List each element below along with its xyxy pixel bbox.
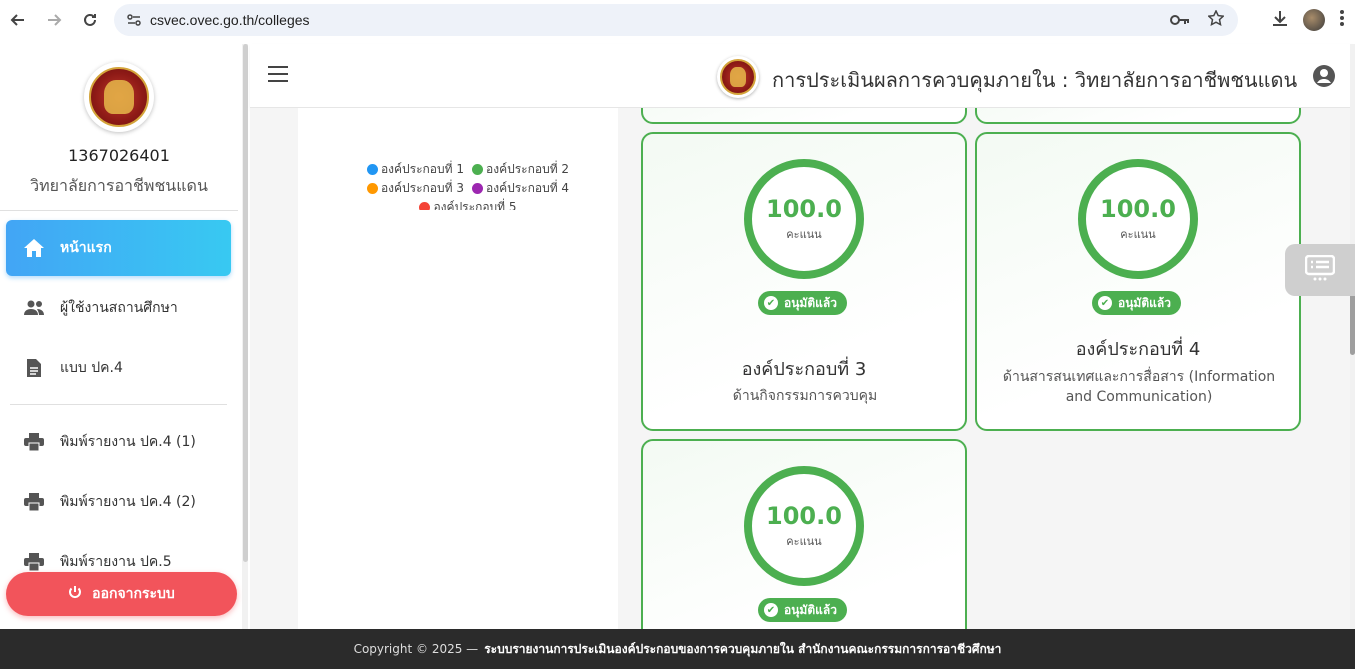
back-icon[interactable] [0,2,36,38]
legend-dot [419,202,431,210]
sidebar-item-print-pk4-2[interactable]: พิมพ์รายงาน ปค.4 (2) [6,474,231,530]
app-header: การประเมินผลการควบคุมภายใน : วิทยาลัยการ… [250,44,1355,108]
chart-panel: องค์ประกอบที่ 1 องค์ประกอบที่ 2 องค์ประก… [298,108,618,629]
sidebar-item-label: ผู้ใช้งานสถานศึกษา [60,300,178,316]
reload-icon[interactable] [72,2,108,38]
sidebar-item-label: พิมพ์รายงาน ปค.4 (2) [60,494,196,510]
power-icon [68,585,82,603]
footer: Copyright © 2025 — ระบบรายงานการประเมินอ… [0,629,1355,669]
component-card-partial[interactable] [975,108,1301,124]
component-card-partial[interactable] [641,108,967,124]
score-ring: 100.0 คะแนน [1078,159,1198,279]
url-text: csvec.ovec.go.th/colleges [150,12,310,28]
download-icon[interactable] [1271,9,1289,31]
page-title: การประเมินผลการควบคุมภายใน : วิทยาลัยการ… [772,68,1298,92]
legend-item[interactable]: องค์ประกอบที่ 5 [419,198,517,210]
sidebar-item-label: พิมพ์รายงาน ปค.5 [60,554,172,570]
floating-chat-button[interactable] [1285,244,1355,296]
status-badge: ✔ อนุมัติแล้ว [1092,291,1181,315]
more-menu-icon[interactable] [1339,9,1345,31]
score-ring: 100.0 คะแนน [744,466,864,586]
sidebar: 1367026401 วิทยาลัยการอาชีพชนแดน หน้าแรก… [0,44,248,629]
status-label: อนุมัติแล้ว [784,295,837,310]
score-value: 100.0 [1100,195,1176,223]
account-circle-icon[interactable] [1312,64,1336,88]
footer-copyright: Copyright © 2025 — [353,642,479,656]
card-description: ด้านกิจกรรมการควบคุม [732,388,878,404]
profile-avatar[interactable] [1303,9,1325,31]
logout-label: ออกจากระบบ [92,586,175,602]
footer-system-name: ระบบรายงานการประเมินองค์ประกอบของการควบค… [484,641,1002,656]
document-icon [22,356,46,380]
component-card[interactable]: 100.0 คะแนน ✔ อนุมัติแล้ว องค์ประกอบที่ … [975,132,1301,431]
chat-list-icon [1304,254,1336,285]
card-title: องค์ประกอบที่ 3 [741,359,867,380]
status-badge: ✔ อนุมัติแล้ว [758,598,847,622]
score-value: 100.0 [766,502,842,530]
component-card[interactable]: 100.0 คะแนน ✔ อนุมัติแล้ว [641,439,967,629]
divider [0,210,238,211]
logout-button[interactable]: ออกจากระบบ [6,572,237,616]
address-bar[interactable]: csvec.ovec.go.th/colleges [114,4,1238,36]
check-icon: ✔ [764,603,778,617]
legend-dot [472,183,483,194]
legend-label: องค์ประกอบที่ 1 [380,162,464,176]
printer-icon [22,550,46,574]
menu-toggle-icon[interactable] [268,66,288,82]
sidebar-item-label: หน้าแรก [60,240,112,256]
sidebar-item-print-pk4-1[interactable]: พิมพ์รายงาน ปค.4 (1) [6,414,231,470]
legend-dot [472,164,483,175]
chart-legend: องค์ประกอบที่ 1 องค์ประกอบที่ 2 องค์ประก… [348,160,588,210]
site-info-icon[interactable] [126,12,142,32]
legend-item[interactable]: องค์ประกอบที่ 2 [472,160,569,179]
legend-dot [366,164,378,175]
legend-item[interactable]: องค์ประกอบที่ 3 [366,179,464,198]
header-logo [717,56,759,98]
legend-label: องค์ประกอบที่ 5 [433,200,517,210]
check-icon: ✔ [1098,296,1112,310]
legend-item[interactable]: องค์ประกอบที่ 4 [472,179,569,198]
college-name: วิทยาลัยการอาชีพชนแดน [30,176,208,195]
legend-label: องค์ประกอบที่ 2 [486,162,570,176]
sidebar-scrollbar-thumb[interactable] [243,44,248,562]
card-title: องค์ประกอบที่ 4 [1075,339,1201,360]
legend-dot [366,183,378,194]
password-key-icon[interactable] [1170,11,1190,30]
sidebar-item-users[interactable]: ผู้ใช้งานสถานศึกษา [6,280,231,336]
legend-label: องค์ประกอบที่ 3 [380,181,464,195]
browser-toolbar: csvec.ovec.go.th/colleges [0,0,1355,40]
people-icon [22,296,46,320]
status-badge: ✔ อนุมัติแล้ว [758,291,847,315]
main-content: องค์ประกอบที่ 1 องค์ประกอบที่ 2 องค์ประก… [250,108,1350,629]
sidebar-item-label: แบบ ปค.4 [60,360,123,376]
score-unit: คะแนน [1120,228,1156,241]
college-code: 1367026401 [68,146,170,165]
score-value: 100.0 [766,195,842,223]
forward-icon[interactable] [36,2,72,38]
divider [10,404,227,405]
sidebar-item-home[interactable]: หน้าแรก [6,220,231,276]
home-icon [22,236,46,260]
card-description: ด้านสารสนเทศและการสื่อสาร (Information a… [1002,369,1276,405]
status-label: อนุมัติแล้ว [784,602,837,617]
legend-label: องค์ประกอบที่ 4 [486,181,570,195]
component-card[interactable]: 100.0 คะแนน ✔ อนุมัติแล้ว องค์ประกอบที่ … [641,132,967,431]
score-unit: คะแนน [786,535,822,548]
printer-icon [22,430,46,454]
bookmark-star-icon[interactable] [1207,9,1225,30]
printer-icon [22,490,46,514]
status-label: อนุมัติแล้ว [1118,295,1171,310]
legend-item[interactable]: องค์ประกอบที่ 1 [366,160,464,179]
score-unit: คะแนน [786,228,822,241]
college-logo [84,62,154,132]
check-icon: ✔ [764,296,778,310]
sidebar-item-label: พิมพ์รายงาน ปค.4 (1) [60,434,196,450]
score-ring: 100.0 คะแนน [744,159,864,279]
sidebar-item-pk4-form[interactable]: แบบ ปค.4 [6,340,231,396]
